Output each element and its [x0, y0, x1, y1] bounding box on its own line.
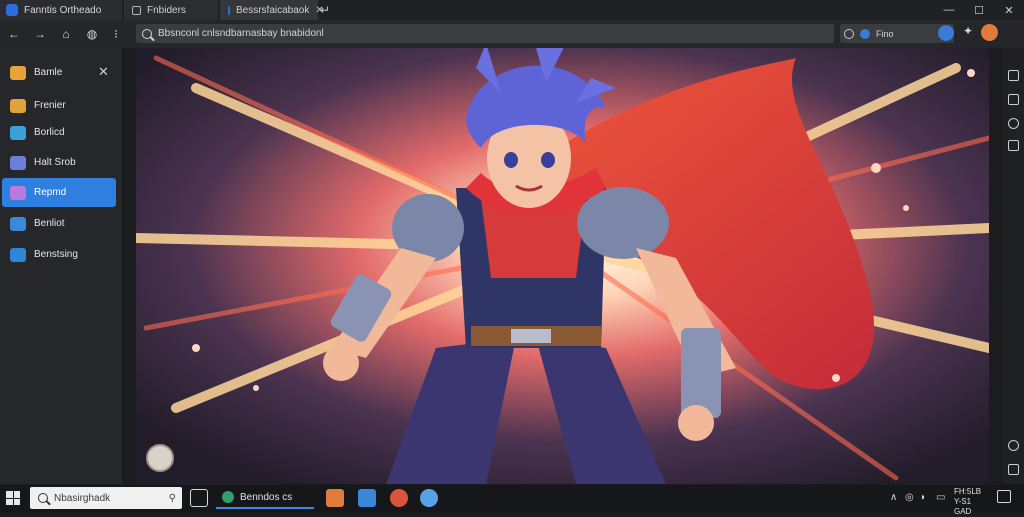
home-icon[interactable]: ⌂ [56, 24, 76, 44]
battery-icon[interactable]: ▭ [936, 492, 945, 503]
sidebar-item-label: Repmd [34, 187, 67, 198]
address-text: Bbsnconl cnlsndbarnasbay bnabidonl [158, 28, 324, 39]
app-icon-edge[interactable] [420, 489, 438, 507]
history-icon[interactable] [1008, 118, 1019, 129]
forward-icon[interactable]: → [30, 24, 50, 44]
bell-icon[interactable]: ✦ [960, 24, 976, 38]
right-rail [1003, 48, 1024, 484]
hero-artwork [136, 48, 989, 484]
mic-icon[interactable]: ⚲ [169, 493, 176, 504]
chevron-up-icon[interactable]: ∧ [890, 492, 897, 503]
folder-icon [10, 98, 26, 113]
close-button[interactable]: ✕ [994, 0, 1024, 20]
document-icon [10, 216, 26, 231]
sidebar-item-home[interactable]: Bamle [2, 58, 116, 87]
minimize-button[interactable]: — [934, 0, 964, 20]
tab-label: Fnbiders [147, 4, 186, 16]
notification-icon[interactable] [997, 490, 1011, 503]
image-icon [10, 125, 26, 140]
clock-time: FH:5LB [954, 487, 982, 496]
sidebar-item-label: Borlicd [34, 127, 65, 138]
puzzle-icon[interactable] [844, 28, 854, 39]
maximize-button[interactable]: ☐ [964, 0, 994, 20]
profile-icon[interactable] [938, 25, 954, 41]
clock-date: Y-S1 GAD [954, 497, 972, 516]
sidebar-item-halt-srob[interactable]: Halt Srob [2, 148, 116, 177]
sidebar-item-benstsing[interactable]: Benstsing [2, 240, 116, 269]
help-icon[interactable] [1008, 440, 1019, 451]
tab-1[interactable]: Fnbiders [124, 0, 218, 20]
sidebar-item-repmd[interactable]: Repmd [2, 178, 116, 207]
shield-icon[interactable]: ◍ [82, 24, 102, 44]
extension-icon[interactable] [860, 28, 870, 39]
page-icon [228, 5, 230, 15]
app-icon-blue[interactable] [358, 489, 376, 507]
new-tab-icon[interactable]: ↵ [320, 3, 330, 17]
tab-label: Bessrsfaicabaok [236, 4, 310, 16]
sidebar-item-label: Frenier [34, 100, 66, 111]
browser-icon [222, 491, 234, 503]
network-icon[interactable]: ◎ [905, 492, 914, 503]
taskbar-search[interactable]: Nbasirghadk ⚲ [30, 487, 182, 509]
layout-icon[interactable] [1008, 70, 1019, 81]
image-icon[interactable] [1008, 94, 1019, 105]
app-title: Fanntis Ortheado [24, 4, 102, 16]
taskbar-running-app[interactable]: Benndos cs [216, 487, 314, 509]
page-icon [132, 5, 141, 15]
app-title-area: Fanntis Ortheado [0, 0, 122, 20]
settings-icon[interactable] [1008, 464, 1019, 475]
clock[interactable]: FH:5LB Y-S1 GAD [954, 487, 990, 517]
star-icon [10, 185, 26, 200]
sidebar-item-benliot[interactable]: Benliot [2, 209, 116, 238]
app-icon-red[interactable] [390, 489, 408, 507]
content-image [136, 48, 989, 484]
back-icon[interactable]: ← [4, 24, 24, 44]
grid-icon[interactable] [1008, 140, 1019, 151]
avatar[interactable] [981, 24, 998, 41]
taskbar-search-text: Nbasirghadk [54, 492, 111, 504]
taskbar-app-label: Benndos cs [240, 491, 293, 503]
address-bar[interactable]: Bbsnconl cnlsndbarnasbay bnabidonl [136, 24, 834, 43]
sidebar-item-label: Benliot [34, 218, 65, 229]
search-icon [142, 28, 152, 39]
app-logo-icon [6, 4, 18, 16]
shield-icon [10, 155, 26, 170]
sidebar-item-label: Bamle [34, 67, 63, 78]
windows-start-icon[interactable] [6, 491, 20, 505]
home-icon [10, 65, 26, 80]
tab-2[interactable]: Bessrsfaicabaok ✕ [220, 0, 324, 20]
search-icon [38, 493, 48, 503]
app-icon-orange[interactable] [326, 489, 344, 507]
chat-bubble-icon[interactable] [146, 444, 174, 472]
settings-icon [10, 247, 26, 262]
more-icon[interactable]: ⁝ [106, 24, 126, 44]
sidebar-item-borlicd[interactable]: Borlicd [2, 118, 116, 147]
extensions-bar[interactable]: Fino [840, 24, 954, 43]
volume-icon[interactable]: ◗ [920, 492, 926, 503]
sidebar-item-frenier[interactable]: Frenier [2, 91, 116, 120]
sidebar-item-label: Benstsing [34, 249, 78, 260]
extension-label: Fino [876, 28, 894, 39]
task-view-icon[interactable] [190, 489, 208, 507]
sidebar-item-label: Halt Srob [34, 157, 76, 168]
